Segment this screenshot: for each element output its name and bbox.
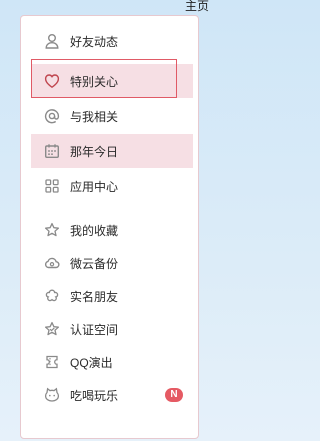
badge-star-icon: [44, 321, 60, 337]
new-badge: N: [165, 388, 183, 402]
menu-item-special-care[interactable]: 特别关心: [31, 64, 193, 98]
menu-item-verified-space[interactable]: 认证空间: [31, 312, 193, 346]
menu-item-related-to-me[interactable]: 与我相关: [31, 99, 193, 133]
menu-item-weiyun-backup[interactable]: 微云备份: [31, 246, 193, 280]
menu-item-on-this-day[interactable]: 那年今日: [31, 134, 193, 168]
menu-item-label: 那年今日: [70, 144, 119, 159]
menu-item-label: 吃喝玩乐: [70, 388, 119, 403]
menu-item-friend-feed[interactable]: 好友动态: [31, 24, 193, 58]
menu-item-label: 应用中心: [70, 179, 119, 194]
at-icon: [44, 108, 60, 124]
menu-item-label: 特别关心: [70, 74, 119, 89]
menu-item-label: 我的收藏: [70, 223, 119, 238]
menu-item-qq-shows[interactable]: QQ演出: [31, 345, 193, 379]
menu-item-label: 实名朋友: [70, 289, 119, 304]
cloud-icon: [44, 255, 60, 271]
star-icon: [44, 222, 60, 238]
flower-icon: [44, 288, 60, 304]
menu-item-label: 好友动态: [70, 34, 119, 49]
heart-icon: [44, 73, 60, 89]
grid-icon: [44, 178, 60, 194]
menu-item-label: 与我相关: [70, 109, 119, 124]
menu-item-label: 认证空间: [70, 322, 119, 337]
cat-icon: [44, 387, 60, 403]
menu-item-app-center[interactable]: 应用中心: [31, 169, 193, 203]
person-icon: [44, 33, 60, 49]
menu-item-label: 微云备份: [70, 256, 119, 271]
homepage-link[interactable]: 主页: [185, 0, 209, 12]
dropdown-menu-panel: 好友动态 特别关心 与我相关 那年今日 应用中心 我的收藏 微云备份 实名朋友 …: [20, 15, 199, 439]
ticket-icon: [44, 354, 60, 370]
calendar-icon: [44, 143, 60, 159]
menu-item-real-name-friends[interactable]: 实名朋友: [31, 279, 193, 313]
menu-item-my-favorites[interactable]: 我的收藏: [31, 213, 193, 247]
menu-item-label: QQ演出: [70, 355, 113, 370]
menu-item-food-and-fun[interactable]: 吃喝玩乐 N: [31, 378, 193, 412]
